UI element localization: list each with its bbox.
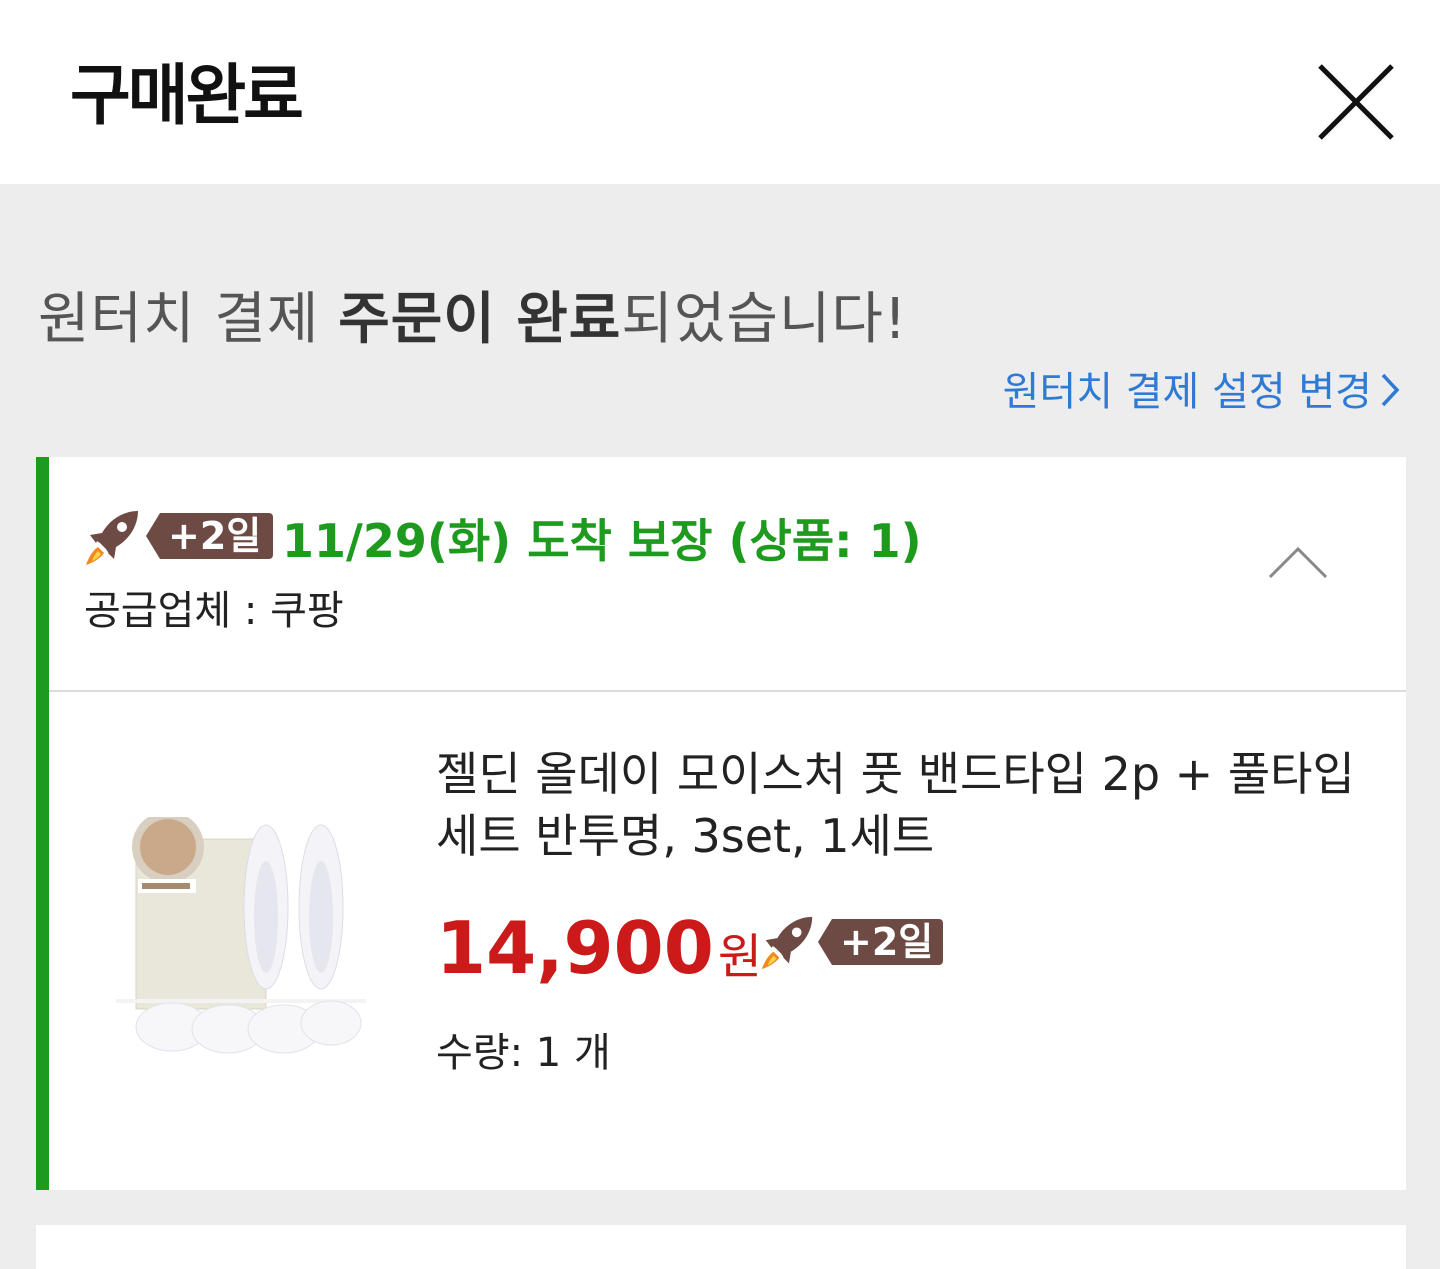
supplier-label: 공급업체 : 쿠팡 — [84, 588, 344, 634]
card-divider — [49, 690, 1406, 692]
product-price: 14,900원 — [436, 903, 762, 1002]
product-delivery-badge: +2일 — [818, 919, 944, 965]
page-title: 구매완료 — [70, 57, 304, 134]
onetouch-settings-link[interactable]: 원터치 결제 설정 변경 — [1003, 362, 1400, 422]
next-card — [36, 1225, 1406, 1269]
order-complete-message: 원터치 결제 주문이 완료되었습니다! — [38, 282, 907, 358]
delivery-badge: +2일 — [146, 513, 274, 559]
message-suffix: 되었습니다! — [621, 287, 908, 352]
header: 구매완료 — [0, 0, 1440, 184]
chevron-up-icon — [1268, 546, 1328, 579]
product-name[interactable]: 젤딘 올데이 모이스처 풋 밴드타입 2p + 풀타입 세트 반투명, 3set… — [436, 743, 1366, 867]
product-image[interactable] — [116, 817, 366, 1057]
settings-link-label: 원터치 결제 설정 변경 — [1002, 369, 1372, 415]
collapse-button[interactable] — [1266, 543, 1330, 583]
message-prefix: 원터치 결제 — [38, 287, 339, 352]
price-value: 14,900 — [436, 906, 714, 990]
rocket-icon — [86, 511, 138, 565]
rocket-icon — [761, 916, 813, 970]
close-button[interactable] — [1312, 58, 1400, 146]
delivery-guarantee: 11/29(화) 도착 보장 (상품: 1) — [282, 514, 922, 568]
order-card: +2일 11/29(화) 도착 보장 (상품: 1) 공급업체 : 쿠팡 젤딘 … — [36, 457, 1406, 1190]
price-unit: 원 — [717, 929, 763, 985]
card-accent-bar — [36, 457, 49, 1190]
close-icon — [1318, 64, 1394, 140]
message-highlight: 주문이 완료 — [338, 287, 622, 352]
chevron-right-icon — [1381, 373, 1400, 407]
product-quantity: 수량: 1 개 — [436, 1030, 611, 1076]
